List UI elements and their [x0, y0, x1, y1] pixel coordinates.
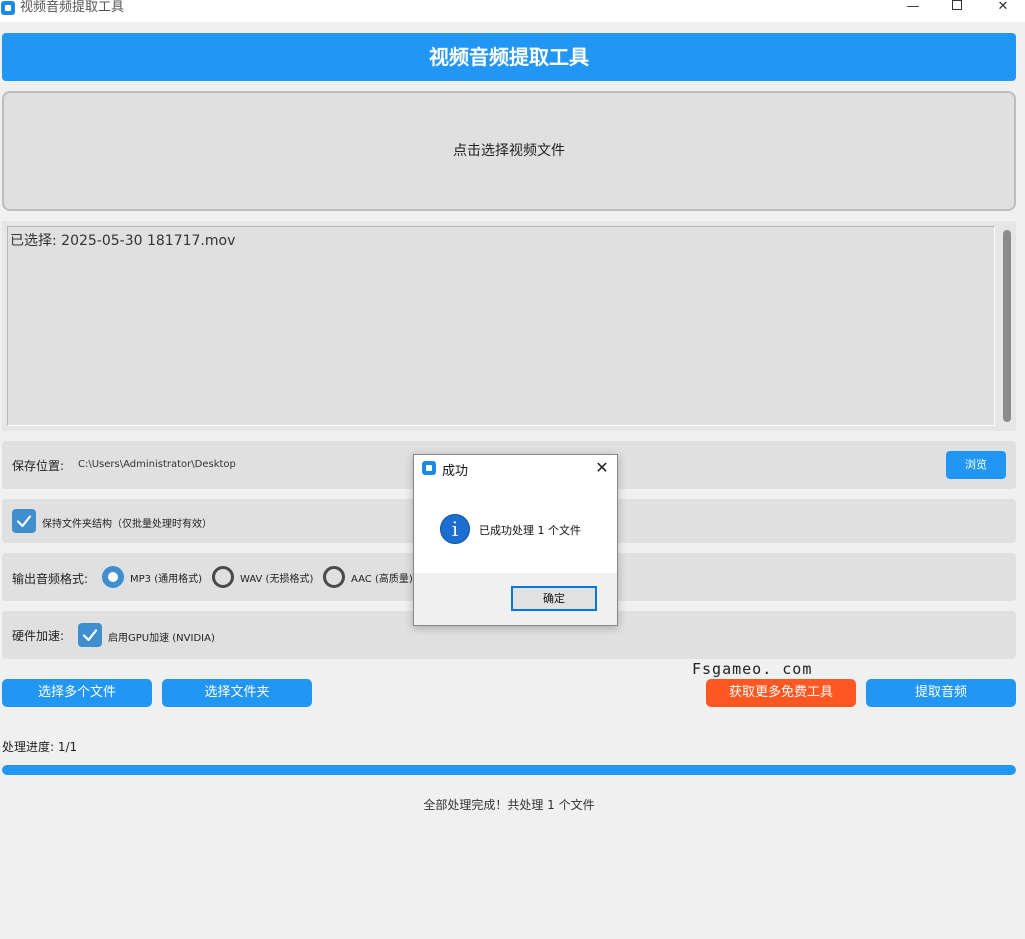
watermark-text: Fsgameo. com	[692, 660, 813, 678]
save-location-label: 保存位置:	[12, 459, 65, 473]
dialog-titlebar: 成功 ✕	[414, 455, 617, 483]
list-item[interactable]: 已选择: 2025-05-30 181717.mov	[10, 230, 235, 250]
format-mp3-label: MP3 (通用格式)	[130, 574, 203, 585]
success-dialog: 成功 ✕ i 已成功处理 1 个文件 确定	[413, 454, 618, 626]
app-header: 视频音频提取工具	[2, 33, 1016, 81]
dialog-close-button[interactable]: ✕	[592, 458, 612, 478]
window-title: 视频音频提取工具	[20, 0, 125, 15]
dialog-message: 已成功处理 1 个文件	[479, 524, 581, 537]
gpu-acceleration-checkbox[interactable]	[78, 623, 102, 647]
more-tools-button[interactable]: 获取更多免费工具	[706, 679, 856, 707]
maximize-icon	[952, 0, 962, 10]
ok-button[interactable]: 确定	[511, 586, 597, 611]
check-icon	[16, 515, 32, 528]
progress-bar	[2, 765, 1016, 775]
progress-bar-fill	[2, 765, 1016, 775]
output-format-label: 输出音频格式:	[12, 572, 89, 586]
extract-audio-button[interactable]: 提取音频	[866, 679, 1016, 707]
save-path-value: C:\Users\Administrator\Desktop	[78, 459, 236, 470]
format-aac-radio[interactable]	[323, 566, 345, 588]
dialog-footer: 确定	[414, 573, 617, 625]
format-mp3-radio[interactable]	[102, 566, 124, 588]
keep-structure-checkbox[interactable]	[12, 509, 36, 533]
format-aac-label: AAC (高质量)	[351, 574, 413, 585]
minimize-icon: —	[906, 0, 920, 14]
close-icon: ✕	[595, 458, 609, 477]
format-wav-radio[interactable]	[212, 566, 234, 588]
app-icon	[422, 461, 436, 475]
select-video-dropzone[interactable]: 点击选择视频文件	[2, 91, 1016, 211]
progress-label: 处理进度: 1/1	[2, 740, 78, 754]
select-folder-button[interactable]: 选择文件夹	[162, 679, 312, 707]
window-titlebar: 视频音频提取工具 — ✕	[0, 0, 1025, 22]
check-icon	[82, 629, 98, 642]
browse-button[interactable]: 浏览	[946, 451, 1006, 479]
app-icon	[1, 1, 15, 15]
file-list[interactable]: 已选择: 2025-05-30 181717.mov	[7, 226, 995, 426]
file-list-panel: 已选择: 2025-05-30 181717.mov	[2, 221, 1016, 431]
keep-structure-label: 保持文件夹结构（仅批量处理时有效）	[42, 519, 212, 530]
file-list-scrollbar[interactable]	[1003, 230, 1011, 422]
info-icon: i	[440, 514, 470, 544]
close-window-button[interactable]: ✕	[986, 0, 1020, 16]
format-wav-label: WAV (无损格式)	[240, 574, 314, 585]
maximize-button[interactable]	[940, 0, 974, 16]
minimize-button[interactable]: —	[896, 0, 930, 16]
select-multiple-files-button[interactable]: 选择多个文件	[2, 679, 152, 707]
close-icon: ✕	[997, 0, 1009, 14]
dropzone-label: 点击选择视频文件	[453, 143, 565, 159]
gpu-acceleration-label: 启用GPU加速 (NVIDIA)	[108, 633, 215, 644]
dialog-title: 成功	[442, 464, 469, 479]
hardware-label: 硬件加速:	[12, 629, 65, 643]
status-message: 全部处理完成！共处理 1 个文件	[423, 798, 595, 812]
